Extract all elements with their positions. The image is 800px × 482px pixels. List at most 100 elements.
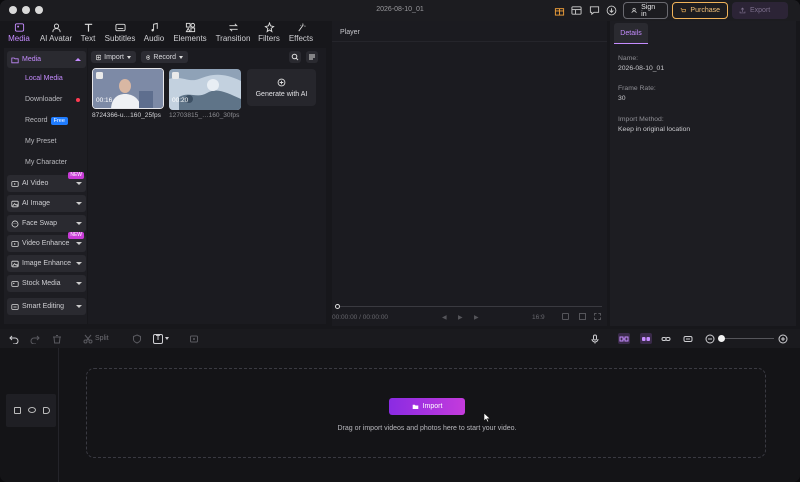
chevron-down-icon — [127, 55, 131, 59]
media-item[interactable]: 00:16 — [92, 68, 164, 109]
aspect-ratio-label[interactable]: 16:9 — [532, 314, 545, 321]
play-icon[interactable]: ▶ — [458, 314, 463, 321]
search-icon[interactable] — [289, 51, 301, 63]
sidebar-item-face-swap[interactable]: Face Swap — [7, 215, 86, 232]
chain-link-icon[interactable] — [661, 333, 671, 344]
sidebar-item-smart-editing[interactable]: Smart Editing — [7, 298, 86, 315]
sidebar-item-video-enhance[interactable]: Video Enhance NEW — [7, 232, 86, 252]
new-badge: NEW — [68, 232, 84, 239]
sidebar-item-image-enhance[interactable]: Image Enhance — [7, 255, 86, 272]
playback-progress-track[interactable] — [336, 306, 602, 307]
tab-effects[interactable]: Effects — [287, 21, 315, 46]
previous-frame-icon[interactable]: ◀ — [442, 314, 447, 321]
download-icon[interactable] — [605, 4, 618, 17]
crop-icon[interactable] — [189, 333, 199, 344]
media-item-name: 8724366-u…160_25fps — [92, 112, 161, 119]
zoom-slider-handle[interactable] — [718, 335, 725, 342]
tab-subtitles[interactable]: Subtitles — [103, 21, 137, 46]
snapshot-icon[interactable] — [562, 313, 569, 320]
maximize-window-button[interactable] — [35, 6, 43, 14]
zoom-out-icon[interactable] — [705, 333, 715, 344]
import-method-label: Import Method: — [618, 116, 664, 123]
media-item[interactable]: 00:20 — [169, 69, 241, 110]
quality-icon[interactable] — [579, 313, 586, 320]
tab-ai-avatar[interactable]: AI Avatar — [39, 21, 73, 46]
shield-icon[interactable] — [132, 333, 142, 344]
layout-icon[interactable] — [570, 4, 583, 17]
chevron-down-icon — [165, 337, 169, 340]
chevron-down-icon — [76, 305, 82, 308]
eye-icon[interactable] — [28, 407, 36, 413]
redo-icon[interactable] — [30, 333, 40, 344]
chevron-down-icon — [76, 222, 82, 225]
undo-icon[interactable] — [9, 333, 19, 344]
frame-rate-label: Frame Rate: — [618, 85, 656, 92]
microphone-icon[interactable] — [590, 333, 600, 344]
media-sidebar: Media Local Media Downloader Record Free… — [4, 48, 87, 324]
text-tool-dropdown[interactable]: T — [153, 333, 169, 344]
speaker-icon[interactable] — [43, 407, 50, 414]
media-icon — [14, 23, 24, 32]
details-panel: Details Name: 2026-08-10_01 Frame Rate: … — [610, 21, 796, 326]
video-type-icon — [172, 72, 179, 79]
notification-dot — [76, 98, 80, 102]
sidebar-item-record[interactable]: Record Free — [7, 112, 86, 129]
close-window-button[interactable] — [9, 6, 17, 14]
sidebar-item-downloader[interactable]: Downloader — [7, 91, 86, 108]
purchase-button[interactable]: Purchase — [672, 2, 728, 19]
video-type-icon — [96, 72, 103, 79]
ai-image-icon — [11, 200, 19, 207]
face-swap-icon — [11, 220, 19, 227]
timeline-area — [0, 348, 800, 482]
delete-icon[interactable] — [52, 333, 62, 344]
list-view-icon[interactable] — [306, 51, 318, 63]
export-label: Export — [750, 7, 771, 14]
media-library: Import Record 00:16 8724366-u…160_25fps … — [88, 48, 326, 324]
elements-icon — [185, 22, 195, 33]
zoom-in-icon[interactable] — [778, 333, 788, 344]
sidebar-item-my-character[interactable]: My Character — [7, 154, 86, 171]
feedback-icon[interactable] — [588, 4, 601, 17]
playhead-handle[interactable] — [335, 304, 340, 309]
export-button[interactable]: Export — [732, 2, 788, 19]
fit-timeline-icon[interactable] — [683, 333, 693, 344]
import-dropdown[interactable]: Import — [91, 51, 136, 63]
sidebar-item-stock-media[interactable]: Stock Media — [7, 275, 86, 292]
sidebar-item-local-media[interactable]: Local Media — [7, 70, 86, 87]
fullscreen-icon[interactable] — [594, 313, 601, 320]
tab-media[interactable]: Media — [6, 21, 32, 46]
free-badge: Free — [50, 116, 68, 125]
tab-filters[interactable]: Filters — [256, 21, 282, 46]
link-clips-icon[interactable] — [640, 333, 652, 344]
sidebar-item-my-preset[interactable]: My Preset — [7, 133, 86, 150]
gift-icon[interactable] — [553, 4, 566, 17]
ai-video-icon — [11, 180, 19, 187]
sidebar-item-ai-image[interactable]: AI Image — [7, 195, 86, 212]
next-frame-icon[interactable]: ▶ — [474, 314, 479, 321]
tab-audio[interactable]: Audio — [142, 21, 166, 46]
tab-transition[interactable]: Transition — [213, 21, 253, 46]
player-panel: Player 00:00:00 / 00:00:00 ◀ ▶ ▶ 16:9 — [332, 21, 607, 326]
effects-icon — [297, 23, 306, 32]
tab-details[interactable]: Details — [614, 23, 648, 44]
ai-sparkle-icon — [277, 78, 286, 86]
magnet-snap-icon[interactable] — [618, 333, 630, 344]
record-dropdown[interactable]: Record — [141, 51, 188, 63]
new-badge: NEW — [68, 172, 84, 179]
name-label: Name: — [618, 55, 639, 62]
generate-with-ai-button[interactable]: Generate with AI — [247, 69, 316, 106]
sidebar-item-ai-video[interactable]: AI Video NEW — [7, 172, 86, 192]
stock-media-icon — [11, 280, 19, 287]
avatar-icon — [51, 23, 61, 33]
tab-elements[interactable]: Elements — [172, 21, 208, 46]
split-button[interactable]: Split — [83, 333, 109, 344]
player-title: Player — [340, 29, 360, 36]
sign-in-button[interactable]: Sign in — [623, 2, 668, 19]
tab-text[interactable]: Text — [77, 21, 99, 46]
minimize-window-button[interactable] — [22, 6, 30, 14]
sidebar-item-media[interactable]: Media — [7, 51, 86, 68]
chevron-down-icon — [76, 242, 82, 245]
timeline-import-button[interactable]: Import — [389, 398, 465, 415]
purchase-label: Purchase — [690, 7, 720, 14]
zoom-slider[interactable] — [718, 338, 774, 339]
